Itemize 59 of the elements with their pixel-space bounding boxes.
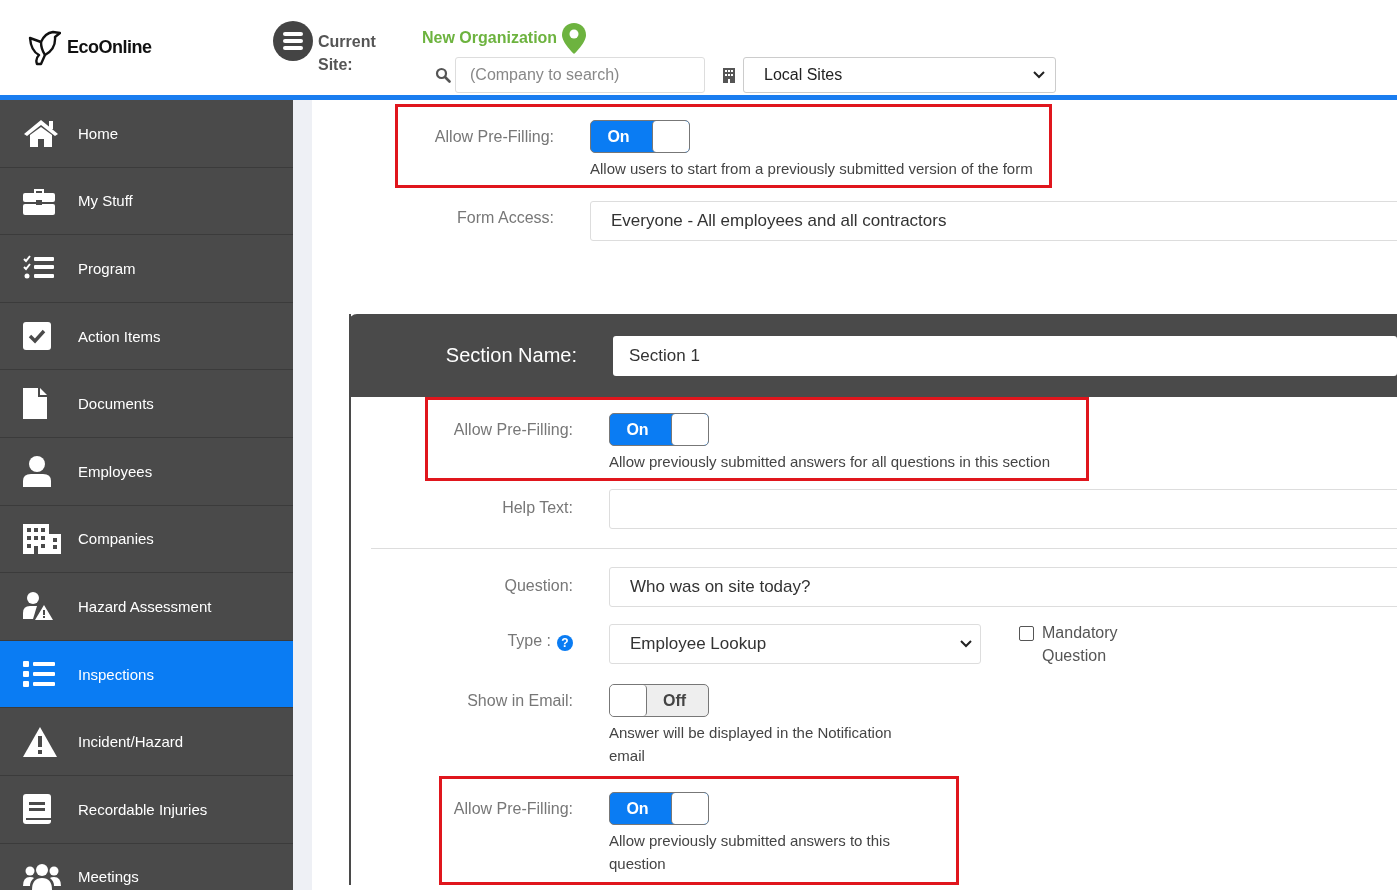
field-label: Question: bbox=[504, 577, 573, 595]
map-pin-icon bbox=[561, 21, 588, 55]
sidebar-item[interactable]: Inspections bbox=[0, 640, 293, 709]
toggle-switch[interactable]: On bbox=[609, 792, 709, 825]
document-icon bbox=[23, 388, 47, 420]
field-description: Answer will be displayed in the Notification email bbox=[609, 723, 893, 766]
book-icon bbox=[23, 794, 51, 825]
sidebar-item[interactable]: Action Items bbox=[0, 302, 293, 371]
chevron-down-icon bbox=[1033, 71, 1045, 79]
field-label: Help Text: bbox=[502, 499, 573, 517]
sidebar-item[interactable]: Incident/Hazard bbox=[0, 708, 293, 776]
checkbox[interactable] bbox=[1019, 626, 1034, 641]
chevron-down-icon bbox=[960, 640, 972, 648]
sidebar-item[interactable]: Employees bbox=[0, 437, 293, 506]
search-icon bbox=[435, 67, 451, 83]
field-label: Type : bbox=[507, 632, 551, 650]
buildings-icon bbox=[23, 523, 61, 554]
sidebar-item[interactable]: Recordable Injuries bbox=[0, 775, 293, 844]
text-field[interactable]: Who was on site today? bbox=[609, 567, 1397, 607]
toggle-switch[interactable]: On bbox=[609, 413, 709, 446]
list-icon bbox=[23, 661, 55, 688]
current-site-label: Current Site: bbox=[318, 32, 377, 75]
person-warning-icon bbox=[23, 591, 53, 622]
toggle-switch[interactable]: On bbox=[590, 120, 690, 153]
building-icon bbox=[723, 67, 735, 83]
sidebar-item[interactable]: Program bbox=[0, 235, 293, 303]
logo-text: EcoOnline bbox=[67, 37, 152, 58]
form-access-select[interactable]: Everyone - All employees and all contractors bbox=[590, 201, 1397, 241]
sidebar-item[interactable]: Companies bbox=[0, 505, 293, 574]
bird-logo-icon bbox=[27, 28, 61, 67]
field-label: Allow Pre-Filling: bbox=[453, 421, 573, 439]
text-field[interactable] bbox=[609, 489, 1397, 529]
sidebar-item[interactable]: My Stuff bbox=[0, 167, 293, 236]
person-icon bbox=[23, 455, 51, 487]
site-select[interactable]: Local Sites bbox=[743, 57, 1056, 93]
field-label: Allow Pre-Filling: bbox=[453, 800, 573, 818]
menu-icon[interactable] bbox=[273, 21, 313, 61]
field-description: Allow users to start from a previously submitted version of the form bbox=[590, 159, 1033, 179]
section-name-field[interactable]: Section 1 bbox=[613, 335, 1397, 376]
sidebar-item[interactable]: Hazard Assessment bbox=[0, 573, 293, 641]
company-search-field[interactable]: (Company to search) bbox=[455, 57, 705, 93]
sidebar-item[interactable]: Home bbox=[0, 100, 293, 168]
help-icon[interactable]: ? bbox=[557, 635, 573, 651]
field-label: Allow Pre-Filling: bbox=[434, 128, 554, 146]
sidebar-item[interactable]: Meetings bbox=[0, 843, 293, 890]
checkbox-label[interactable]: Mandatory Question bbox=[1042, 621, 1139, 667]
toggle-switch[interactable]: Off bbox=[609, 684, 709, 717]
section-name-label: Section Name: bbox=[444, 344, 577, 367]
field-label: Show in Email: bbox=[467, 692, 573, 710]
home-icon bbox=[23, 118, 59, 149]
field-label: Form Access: bbox=[457, 209, 554, 227]
type-select[interactable]: Employee Lookup bbox=[609, 624, 981, 664]
briefcase-icon bbox=[23, 186, 55, 215]
group-icon bbox=[23, 863, 61, 890]
warning-icon bbox=[23, 726, 57, 757]
field-description: Allow previously submitted answers for all questions in this section bbox=[609, 452, 1051, 472]
sidebar-item[interactable]: Documents bbox=[0, 370, 293, 438]
field-description: Allow previously submitted answers to this question bbox=[609, 831, 891, 874]
checkbox-icon bbox=[23, 322, 51, 351]
